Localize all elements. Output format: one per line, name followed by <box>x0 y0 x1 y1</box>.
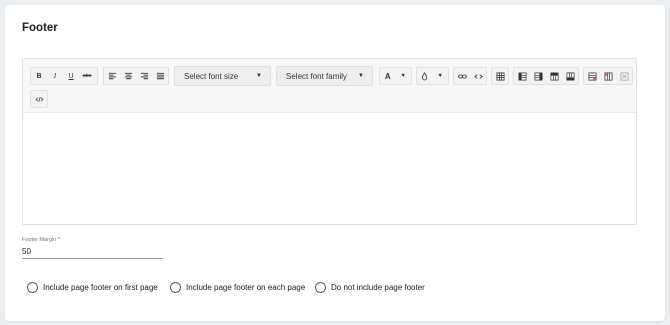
radio-no-footer[interactable]: Do not include page footer <box>315 282 425 293</box>
font-size-select[interactable]: Select font size ▼ <box>174 66 271 86</box>
align-left-icon[interactable] <box>104 68 120 84</box>
link-icon[interactable] <box>454 68 470 84</box>
row-column-group <box>513 67 579 85</box>
chevron-down-icon[interactable]: ▼ <box>396 68 412 84</box>
font-size-select-label: Select font size <box>184 71 239 81</box>
alignment-group <box>103 67 169 85</box>
insert-column-left-icon[interactable] <box>514 68 530 84</box>
insert-row-above-icon[interactable] <box>546 68 562 84</box>
radio-label-first-page: Include page footer on first page <box>43 283 158 292</box>
font-color-button[interactable]: A <box>380 68 396 84</box>
align-right-icon[interactable] <box>136 68 152 84</box>
fill-drop-icon[interactable] <box>417 68 433 84</box>
unlink-icon[interactable] <box>470 68 486 84</box>
radio-circle[interactable] <box>315 282 326 293</box>
italic-button[interactable]: I <box>47 68 63 84</box>
underline-button[interactable]: U <box>63 68 79 84</box>
radio-label-no-footer: Do not include page footer <box>331 283 425 292</box>
code-view-icon[interactable] <box>31 91 47 107</box>
insert-row-below-icon[interactable] <box>562 68 578 84</box>
delete-row-icon[interactable] <box>584 68 600 84</box>
section-title: Footer <box>22 22 58 34</box>
background-color-group: ▼ <box>416 67 449 85</box>
code-view-group <box>30 90 48 108</box>
delete-column-icon[interactable] <box>600 68 616 84</box>
align-center-icon[interactable] <box>120 68 136 84</box>
font-family-select-label: Select font family <box>286 71 347 81</box>
radio-first-page[interactable]: Include page footer on first page <box>27 282 158 293</box>
rich-text-editor: B I U abc Select font size ▼ Select font… <box>22 58 637 225</box>
chevron-down-icon: ▼ <box>256 73 262 79</box>
footer-margin-label: Footer Margin * <box>22 237 60 243</box>
delete-group <box>583 67 633 85</box>
radio-circle[interactable] <box>170 282 181 293</box>
strikethrough-button[interactable]: abc <box>79 68 95 84</box>
radio-label-each-page: Include page footer on each page <box>186 283 306 292</box>
chevron-down-icon: ▼ <box>358 73 364 79</box>
insert-table-icon[interactable] <box>492 68 508 84</box>
font-family-select[interactable]: Select font family ▼ <box>276 66 373 86</box>
delete-table-icon[interactable] <box>616 68 632 84</box>
radio-circle[interactable] <box>27 282 38 293</box>
bold-button[interactable]: B <box>31 68 47 84</box>
link-group <box>453 67 487 85</box>
table-group <box>491 67 509 85</box>
font-color-group: A ▼ <box>379 67 412 85</box>
chevron-down-icon[interactable]: ▼ <box>433 68 449 84</box>
editor-content-area[interactable] <box>23 114 636 224</box>
footer-margin-input[interactable] <box>22 245 163 259</box>
align-justify-icon[interactable] <box>152 68 168 84</box>
radio-each-page[interactable]: Include page footer on each page <box>170 282 305 293</box>
insert-column-right-icon[interactable] <box>530 68 546 84</box>
editor-toolbar: B I U abc Select font size ▼ Select font… <box>23 59 636 113</box>
text-style-group: B I U abc <box>30 67 98 85</box>
